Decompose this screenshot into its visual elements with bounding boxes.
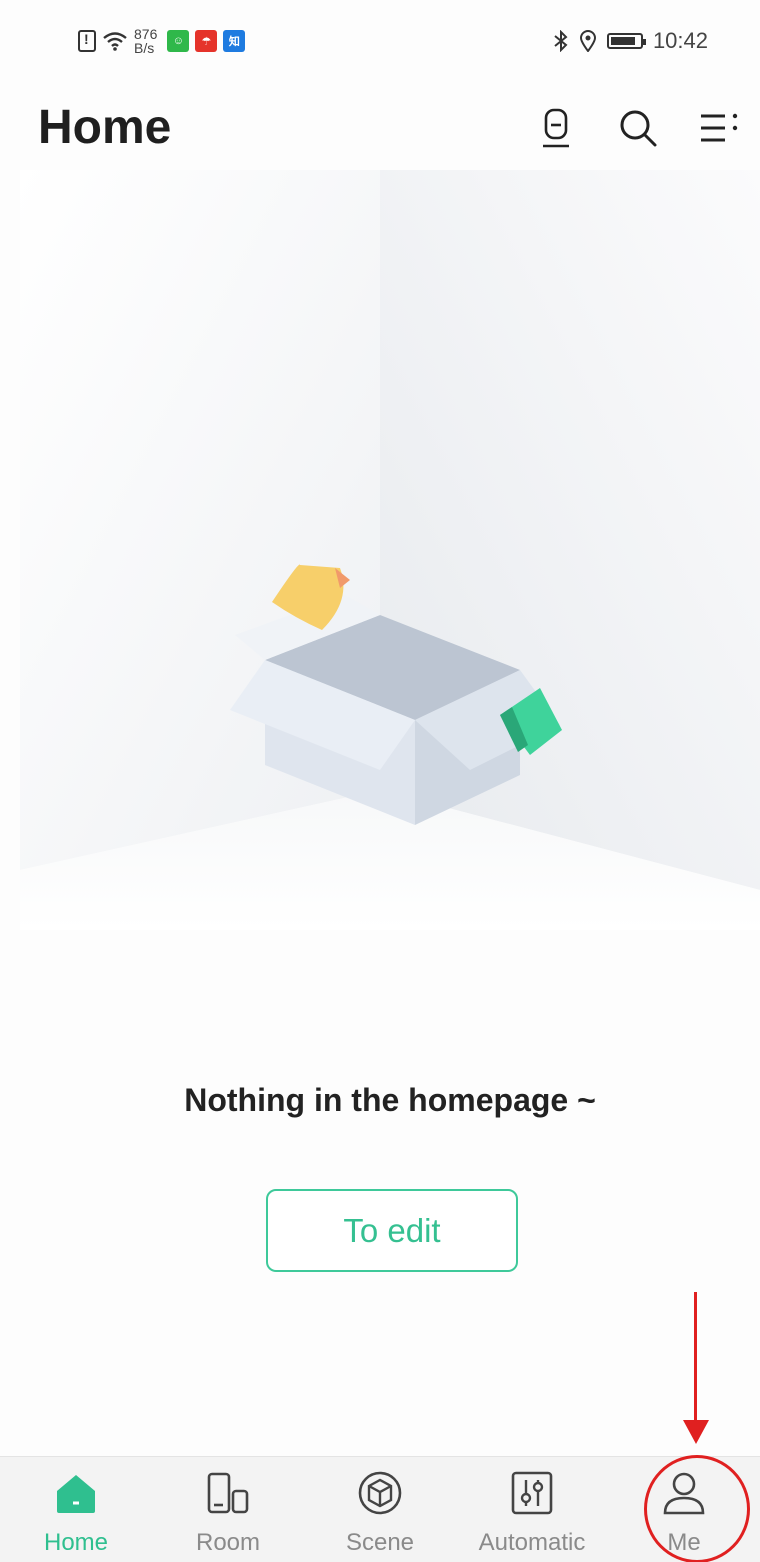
to-edit-button[interactable]: To edit [266,1189,518,1272]
automatic-icon [508,1469,556,1517]
search-icon [620,110,657,147]
battery-icon [606,33,646,49]
nav-label-scene: Scene [345,1529,415,1556]
nav-item-room[interactable]: Room [152,1457,304,1562]
umbrella-badge-icon: ☂ [195,30,218,52]
wechat-badge-icon: ☺ [167,30,190,52]
annotation-arrow-line [694,1292,697,1424]
empty-message: Nothing in the homepage ~ [184,1082,596,1118]
screen: 876 B/s ☺ ☂ 知 10:42 Home [0,0,760,1562]
zhihu-badge-icon: 知 [223,30,246,52]
nav-label-home: Home [43,1529,109,1556]
status-time: 10:42 [652,28,708,53]
menu-icon [701,113,738,142]
wifi-icon [103,32,127,51]
sim-alert-icon [78,30,96,52]
status-right: 10:42 [553,24,708,58]
location-icon [579,30,596,52]
scene-icon [356,1469,404,1517]
bluetooth-icon [554,30,568,52]
net-speed-value: 876 [134,26,158,42]
device-icon [543,108,569,148]
home-icon [52,1469,100,1517]
empty-box-illustration [20,170,760,930]
menu-button[interactable] [698,104,742,152]
search-button[interactable] [616,104,660,152]
nav-item-scene[interactable]: Scene [304,1457,456,1562]
annotation-arrow-head [683,1420,709,1444]
room-icon [204,1469,252,1517]
nav-label-room: Room [195,1529,261,1556]
net-speed-unit: B/s [134,40,155,56]
annotation-highlight-circle [644,1455,750,1562]
header: Home [0,90,760,170]
header-actions [534,104,742,152]
status-left: 876 B/s ☺ ☂ 知 [78,24,246,58]
net-speed: 876 B/s [134,27,157,55]
nav-item-automatic[interactable]: Automatic [456,1457,608,1562]
nav-label-automatic: Automatic [478,1529,586,1556]
nav-item-home[interactable]: Home [0,1457,152,1562]
status-bar: 876 B/s ☺ ☂ 知 10:42 [0,0,760,80]
device-button[interactable] [534,104,578,152]
page-title: Home [38,101,172,154]
